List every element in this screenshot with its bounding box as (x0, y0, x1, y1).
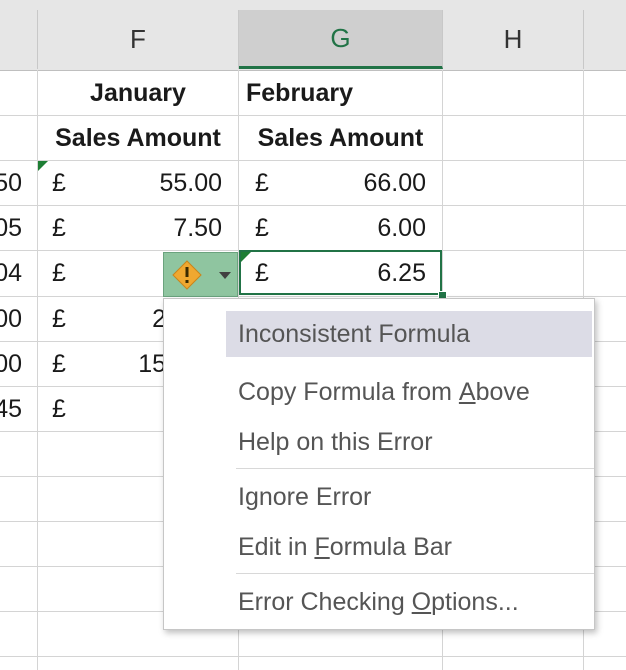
cell-f-row4[interactable]: 7.50 (80, 206, 222, 251)
cell-e-row3[interactable]: 50 (0, 161, 22, 206)
cell-e-row7[interactable]: 00 (0, 342, 22, 387)
column-header-f[interactable]: F (38, 10, 239, 69)
header-cell-sales-amount-g[interactable]: Sales Amount (239, 116, 442, 161)
cell-e-row4[interactable]: 05 (0, 206, 22, 251)
currency-symbol: £ (52, 259, 66, 287)
menu-item-help-on-this-error[interactable]: Help on this Error (226, 419, 594, 465)
menu-item-copy-formula-from-above[interactable]: Copy Formula from Above (226, 369, 594, 415)
menu-item-text: Copy Formula from (238, 377, 459, 406)
currency-symbol: £ (255, 259, 269, 287)
menu-item-text: ptions... (431, 587, 519, 616)
currency-symbol: £ (52, 350, 66, 378)
menu-item-accesskey: O (411, 587, 432, 616)
menu-item-text: Ignore Error (238, 482, 372, 511)
cell-g-row5[interactable]: 6.25 (280, 251, 426, 296)
menu-item-accesskey: A (458, 377, 476, 406)
column-header-g[interactable]: G (239, 10, 443, 69)
cell-e-row6[interactable]: 00 (0, 297, 22, 342)
warning-diamond-icon (172, 260, 202, 290)
header-cell-february[interactable]: February (246, 71, 442, 116)
menu-item-ignore-error[interactable]: Ignore Error (226, 474, 594, 520)
cell-f-row7[interactable]: 15 (80, 342, 166, 387)
column-header-i[interactable] (584, 10, 626, 69)
header-cell-sales-amount-f[interactable]: Sales Amount (38, 116, 238, 161)
menu-item-text: Edit in (238, 532, 315, 561)
currency-symbol: £ (255, 214, 269, 242)
menu-item-text: ormula Bar (329, 532, 452, 561)
grid-line (0, 656, 626, 657)
error-checking-button[interactable] (163, 252, 238, 297)
column-header-e[interactable] (0, 10, 38, 69)
menu-title-inconsistent-formula: Inconsistent Formula (226, 311, 592, 357)
cell-e-row5[interactable]: 04 (0, 251, 22, 296)
menu-separator (236, 468, 594, 469)
column-header-h[interactable]: H (443, 10, 584, 69)
currency-symbol: £ (52, 305, 66, 333)
currency-symbol: £ (52, 395, 66, 423)
header-cell-january[interactable]: January (38, 71, 238, 116)
menu-item-text: Help on this Error (238, 427, 433, 456)
column-header-bar: F G H (0, 0, 626, 71)
cell-f-row6[interactable]: 2 (80, 297, 166, 342)
currency-symbol: £ (52, 169, 66, 197)
menu-item-accesskey: F (314, 532, 330, 561)
menu-item-text: Error Checking (238, 587, 412, 616)
cell-g-row3[interactable]: 66.00 (280, 161, 426, 206)
menu-item-error-checking-options[interactable]: Error Checking Options... (226, 579, 594, 625)
menu-item-text: bove (475, 377, 530, 406)
error-indicator-triangle (38, 161, 48, 171)
chevron-down-icon (219, 272, 231, 279)
menu-separator (236, 573, 594, 574)
cell-e-row8[interactable]: 45 (0, 387, 22, 432)
menu-item-edit-in-formula-bar[interactable]: Edit in Formula Bar (226, 524, 594, 570)
error-options-menu: Inconsistent Formula Copy Formula from A… (163, 298, 595, 630)
currency-symbol: £ (52, 214, 66, 242)
currency-symbol: £ (255, 169, 269, 197)
error-indicator-triangle (241, 252, 251, 262)
cell-f-row3[interactable]: 55.00 (80, 161, 222, 206)
cell-g-row4[interactable]: 6.00 (280, 206, 426, 251)
